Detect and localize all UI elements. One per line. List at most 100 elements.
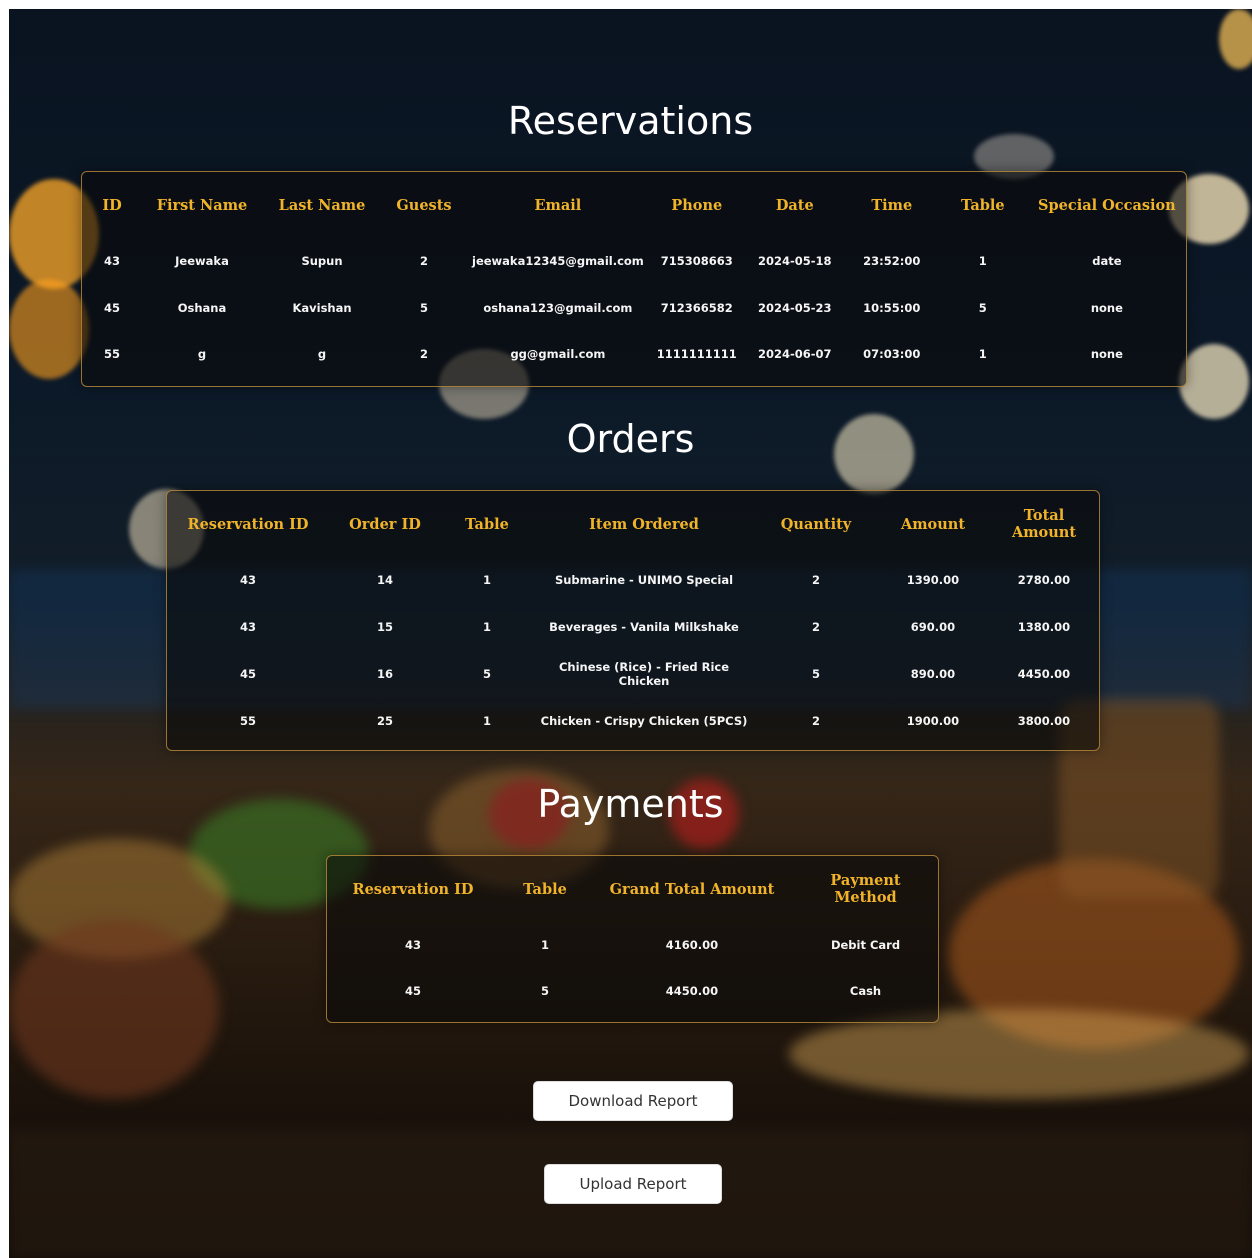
table-row: 43 15 1 Beverages - Vanila Milkshake 2 6…: [167, 604, 1099, 651]
cell-table: 1: [482, 620, 491, 635]
cell-table: 1: [978, 347, 987, 362]
cell-special-occasion: none: [1090, 300, 1123, 315]
table-row: 45 5 4450.00 Cash: [327, 968, 938, 1014]
cell-amount: 690.00: [910, 620, 956, 635]
cell-guests: 2: [419, 347, 428, 362]
table-row: 55 25 1 Chicken - Crispy Chicken (5PCS) …: [167, 697, 1099, 744]
cell-table: 5: [482, 666, 491, 681]
col-item-ordered: Item Ordered: [589, 515, 699, 533]
upload-report-button[interactable]: Upload Report: [544, 1164, 722, 1204]
table-row: 55 g g 2 gg@gmail.com 1111111111 2024-06…: [82, 331, 1186, 378]
cell-id: 45: [103, 300, 120, 315]
cell-total-amount: 3800.00: [1017, 713, 1071, 728]
cell-item-ordered: Chinese (Rice) - Fried Rice Chicken: [558, 659, 730, 688]
orders-panel: Reservation ID Order ID Table Item Order…: [166, 490, 1100, 751]
col-order-id: Order ID: [349, 515, 421, 533]
cell-time: 07:03:00: [863, 347, 921, 362]
col-last-name: Last Name: [278, 196, 366, 214]
cell-reservation-id: 43: [239, 573, 256, 588]
cell-table: 1: [978, 254, 987, 269]
table-row: 45 Oshana Kavishan 5 oshana123@gmail.com…: [82, 285, 1186, 332]
cell-reservation-id: 43: [239, 620, 256, 635]
cell-item-ordered: Chicken - Crispy Chicken (5PCS): [540, 713, 748, 728]
cell-order-id: 15: [376, 620, 393, 635]
cell-phone: 715308663: [660, 254, 733, 269]
col-amount: Amount: [900, 515, 966, 533]
cell-item-ordered: Beverages - Vanila Milkshake: [549, 620, 739, 635]
cell-special-occasion: none: [1090, 347, 1123, 362]
cell-quantity: 5: [811, 666, 820, 681]
cell-guests: 2: [419, 254, 428, 269]
cell-total-amount: 1380.00: [1017, 620, 1071, 635]
cell-reservation-id: 45: [239, 666, 256, 681]
cell-quantity: 2: [811, 713, 820, 728]
cell-first-name: Jeewaka: [175, 254, 229, 269]
cell-phone: 712366582: [660, 300, 733, 315]
cell-last-name: Kavishan: [292, 300, 352, 315]
col-table: Table: [960, 196, 1005, 214]
cell-table: 5: [978, 300, 987, 315]
cell-total-amount: 4450.00: [1017, 666, 1071, 681]
table-row: 43 Jeewaka Supun 2 jeewaka12345@gmail.co…: [82, 238, 1186, 285]
col-guests: Guests: [396, 196, 452, 214]
cell-quantity: 2: [811, 573, 820, 588]
cell-reservation-id: 43: [404, 938, 421, 952]
cell-amount: 1390.00: [906, 573, 960, 588]
cell-date: 2024-05-18: [758, 254, 832, 269]
col-date: Date: [775, 196, 814, 214]
cell-payment-method: Cash: [849, 984, 882, 998]
download-report-button[interactable]: Download Report: [533, 1081, 733, 1121]
col-time: Time: [871, 196, 913, 214]
cell-amount: 1900.00: [906, 713, 960, 728]
payments-panel: Reservation ID Table Grand Total Amount …: [326, 855, 939, 1023]
cell-email: gg@gmail.com: [510, 347, 606, 362]
col-email: Email: [534, 196, 582, 214]
cell-amount: 890.00: [910, 666, 956, 681]
cell-last-name: g: [317, 347, 327, 362]
reservations-table: ID First Name Last Name Guests Email Pho…: [82, 172, 1186, 378]
reservations-title: Reservations: [507, 99, 754, 143]
col-payment-method: Payment Method: [830, 872, 901, 906]
cell-reservation-id: 45: [404, 984, 421, 998]
cell-time: 10:55:00: [863, 300, 921, 315]
cell-item-ordered: Submarine - UNIMO Special: [554, 573, 734, 588]
payments-title: Payments: [537, 782, 724, 826]
cell-last-name: Supun: [301, 254, 343, 269]
orders-table: Reservation ID Order ID Table Item Order…: [167, 491, 1099, 744]
reservations-header-row: ID First Name Last Name Guests Email Pho…: [82, 172, 1186, 238]
cell-date: 2024-06-07: [758, 347, 832, 362]
cell-time: 23:52:00: [863, 254, 921, 269]
col-special-occasion: Special Occasion: [1038, 196, 1176, 214]
cell-order-id: 14: [376, 573, 393, 588]
cell-order-id: 25: [376, 713, 393, 728]
col-phone: Phone: [671, 196, 723, 214]
cell-date: 2024-05-23: [758, 300, 832, 315]
cell-email: jeewaka12345@gmail.com: [472, 254, 644, 269]
cell-grand-total-amount: 4160.00: [665, 938, 719, 952]
orders-title: Orders: [566, 417, 695, 461]
cell-quantity: 2: [811, 620, 820, 635]
col-quantity: Quantity: [780, 515, 852, 533]
table-row: 45 16 5 Chinese (Rice) - Fried Rice Chic…: [167, 651, 1099, 698]
cell-table: 5: [540, 984, 549, 998]
col-total-amount: Total Amount: [1011, 507, 1077, 541]
cell-total-amount: 2780.00: [1017, 573, 1071, 588]
orders-header-row: Reservation ID Order ID Table Item Order…: [167, 491, 1099, 557]
table-row: 43 14 1 Submarine - UNIMO Special 2 1390…: [167, 557, 1099, 604]
cell-first-name: Oshana: [177, 300, 227, 315]
table-row: 43 1 4160.00 Debit Card: [327, 922, 938, 968]
cell-first-name: g: [197, 347, 207, 362]
cell-order-id: 16: [376, 666, 393, 681]
cell-reservation-id: 55: [239, 713, 256, 728]
cell-payment-method: Debit Card: [830, 938, 901, 952]
payments-header-row: Reservation ID Table Grand Total Amount …: [327, 856, 938, 922]
col-first-name: First Name: [156, 196, 248, 214]
reservations-panel: ID First Name Last Name Guests Email Pho…: [81, 171, 1187, 387]
payments-table: Reservation ID Table Grand Total Amount …: [327, 856, 938, 1014]
page-background: Reservations ID First Name Last Name Gue…: [9, 9, 1252, 1258]
col-reservation-id: Reservation ID: [187, 515, 309, 533]
cell-email: oshana123@gmail.com: [483, 300, 633, 315]
cell-guests: 5: [419, 300, 428, 315]
col-reservation-id: Reservation ID: [352, 880, 474, 898]
col-grand-total-amount: Grand Total Amount: [609, 880, 775, 898]
